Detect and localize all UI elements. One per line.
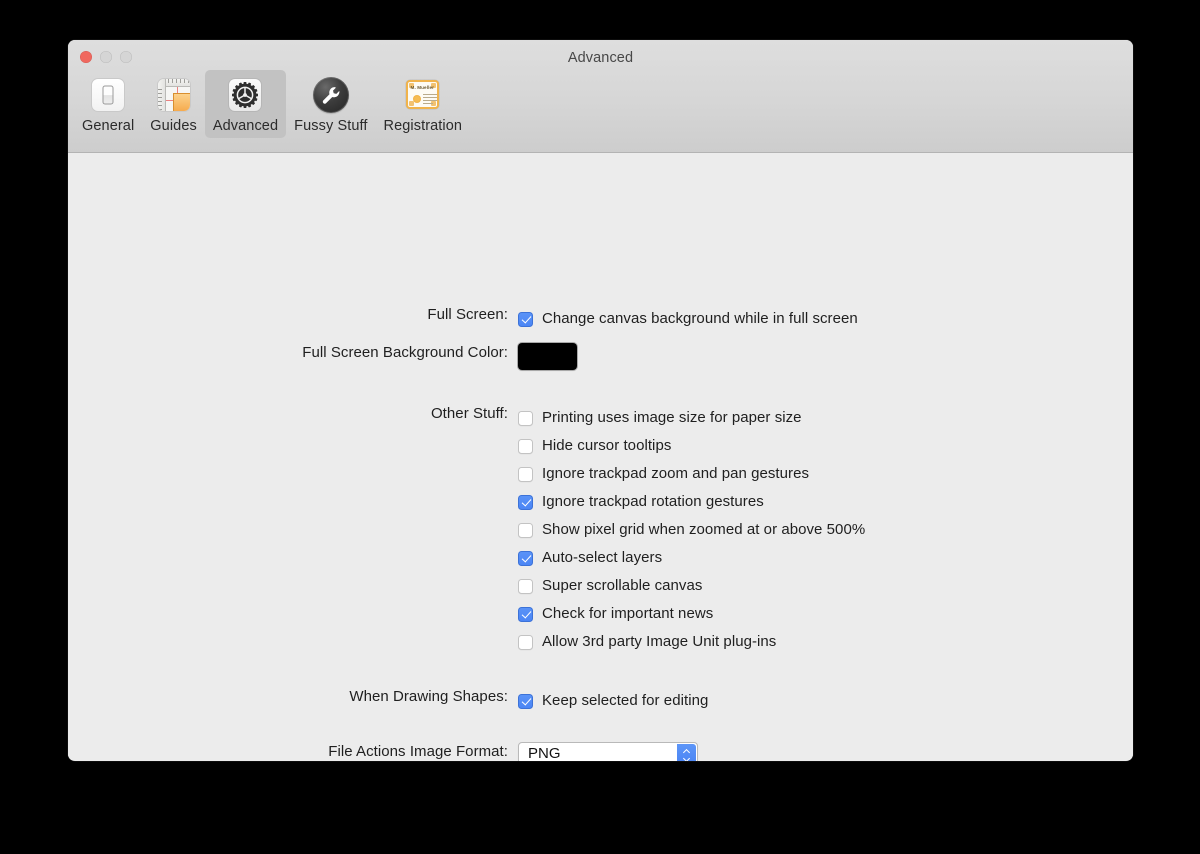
- checkbox-auto-select-layers-label: Auto-select layers: [542, 549, 663, 566]
- certificate-name-text: M. Mueller: [410, 85, 435, 90]
- file-actions-image-format-label: File Actions Image Format:: [328, 743, 508, 760]
- checkbox-auto-select-layers[interactable]: Auto-select layers: [518, 544, 865, 572]
- full-screen-background-color-label: Full Screen Background Color:: [302, 344, 508, 361]
- checkbox-allow-3rd-party-image-unit[interactable]: Allow 3rd party Image Unit plug-ins: [518, 628, 865, 656]
- checkbox-check-for-important-news-box[interactable]: [518, 606, 533, 622]
- preferences-window: Advanced General Guides Advanced Fussy S…: [68, 40, 1133, 761]
- checkbox-ignore-trackpad-zoom-pan[interactable]: Ignore trackpad zoom and pan gestures: [518, 460, 865, 488]
- window-title: Advanced: [567, 50, 634, 66]
- checkbox-ignore-trackpad-zoom-pan-box[interactable]: [518, 466, 533, 482]
- checkbox-show-pixel-grid[interactable]: Show pixel grid when zoomed at or above …: [518, 516, 865, 544]
- checkbox-printing-uses-image-size-label: Printing uses image size for paper size: [542, 409, 802, 426]
- checkbox-show-pixel-grid-box[interactable]: [518, 522, 533, 538]
- full-screen-label: Full Screen:: [427, 306, 508, 323]
- wrench-icon: [312, 76, 350, 114]
- checkbox-allow-3rd-party-image-unit-label: Allow 3rd party Image Unit plug-ins: [542, 633, 777, 650]
- row-file-actions-image-format: File Actions Image Format: PNG: [218, 742, 698, 761]
- chevron-updown-icon[interactable]: [677, 744, 696, 761]
- gear-compass-icon: [226, 76, 264, 114]
- tab-advanced-label: Advanced: [212, 118, 279, 134]
- checkbox-check-for-important-news[interactable]: Check for important news: [518, 600, 865, 628]
- checkbox-check-for-important-news-label: Check for important news: [542, 605, 714, 622]
- checkbox-change-canvas-background[interactable]: Change canvas background while in full s…: [518, 305, 858, 333]
- tab-general[interactable]: General: [74, 70, 142, 138]
- checkbox-hide-cursor-tooltips-label: Hide cursor tooltips: [542, 437, 672, 454]
- checkbox-ignore-trackpad-rotation-label: Ignore trackpad rotation gestures: [542, 493, 764, 510]
- row-full-screen-background-color: Full Screen Background Color:: [218, 343, 577, 370]
- row-full-screen: Full Screen: Change canvas background wh…: [218, 305, 858, 333]
- checkbox-hide-cursor-tooltips[interactable]: Hide cursor tooltips: [518, 432, 865, 460]
- checkbox-printing-uses-image-size-box[interactable]: [518, 410, 533, 426]
- color-well-full-screen-background[interactable]: [518, 343, 577, 370]
- certificate-icon: M. Mueller: [404, 76, 442, 114]
- select-file-actions-image-format[interactable]: PNG: [518, 742, 698, 761]
- window-titlebar: Advanced General Guides Advanced Fussy S…: [68, 40, 1133, 153]
- select-file-actions-image-format-value: PNG: [528, 745, 561, 761]
- checkbox-keep-selected-for-editing[interactable]: Keep selected for editing: [518, 687, 708, 715]
- checkbox-show-pixel-grid-label: Show pixel grid when zoomed at or above …: [542, 521, 866, 538]
- checkbox-keep-selected-for-editing-box[interactable]: [518, 693, 533, 709]
- tab-guides-label: Guides: [150, 118, 197, 134]
- checkbox-auto-select-layers-box[interactable]: [518, 550, 533, 566]
- tab-registration[interactable]: M. Mueller Registration: [376, 70, 471, 138]
- checkbox-super-scrollable-canvas-label: Super scrollable canvas: [542, 577, 703, 594]
- advanced-settings-panel: Full Screen: Change canvas background wh…: [68, 153, 1133, 761]
- tab-registration-label: Registration: [383, 118, 463, 134]
- row-when-drawing-shapes: When Drawing Shapes: Keep selected for e…: [218, 687, 708, 715]
- tab-general-label: General: [82, 118, 135, 134]
- checkbox-super-scrollable-canvas-box[interactable]: [518, 578, 533, 594]
- checkbox-hide-cursor-tooltips-box[interactable]: [518, 438, 533, 454]
- row-other-stuff: Other Stuff: Printing uses image size fo…: [218, 404, 865, 656]
- tab-guides[interactable]: Guides: [142, 70, 205, 138]
- checkbox-ignore-trackpad-rotation[interactable]: Ignore trackpad rotation gestures: [518, 488, 865, 516]
- tab-fussy-stuff[interactable]: Fussy Stuff: [286, 70, 375, 138]
- checkbox-change-canvas-background-label: Change canvas background while in full s…: [542, 310, 858, 327]
- ruler-guides-icon: [155, 76, 193, 114]
- checkbox-keep-selected-for-editing-label: Keep selected for editing: [542, 692, 709, 709]
- checkbox-change-canvas-background-box[interactable]: [518, 311, 533, 327]
- checkbox-allow-3rd-party-image-unit-box[interactable]: [518, 634, 533, 650]
- screen: Advanced General Guides Advanced Fussy S…: [0, 0, 1200, 854]
- checkbox-super-scrollable-canvas[interactable]: Super scrollable canvas: [518, 572, 865, 600]
- tab-fussy-stuff-label: Fussy Stuff: [294, 118, 368, 134]
- light-switch-icon: [89, 76, 127, 114]
- tab-advanced[interactable]: Advanced: [204, 70, 287, 138]
- checkbox-ignore-trackpad-rotation-box[interactable]: [518, 494, 533, 510]
- other-stuff-label: Other Stuff:: [430, 405, 508, 422]
- checkbox-ignore-trackpad-zoom-pan-label: Ignore trackpad zoom and pan gestures: [542, 465, 810, 482]
- when-drawing-shapes-label: When Drawing Shapes:: [349, 688, 508, 705]
- preferences-toolbar: General Guides Advanced Fussy Stuff M. M…: [74, 70, 470, 138]
- other-stuff-checkbox-group: Printing uses image size for paper size …: [518, 404, 865, 656]
- checkbox-printing-uses-image-size[interactable]: Printing uses image size for paper size: [518, 404, 865, 432]
